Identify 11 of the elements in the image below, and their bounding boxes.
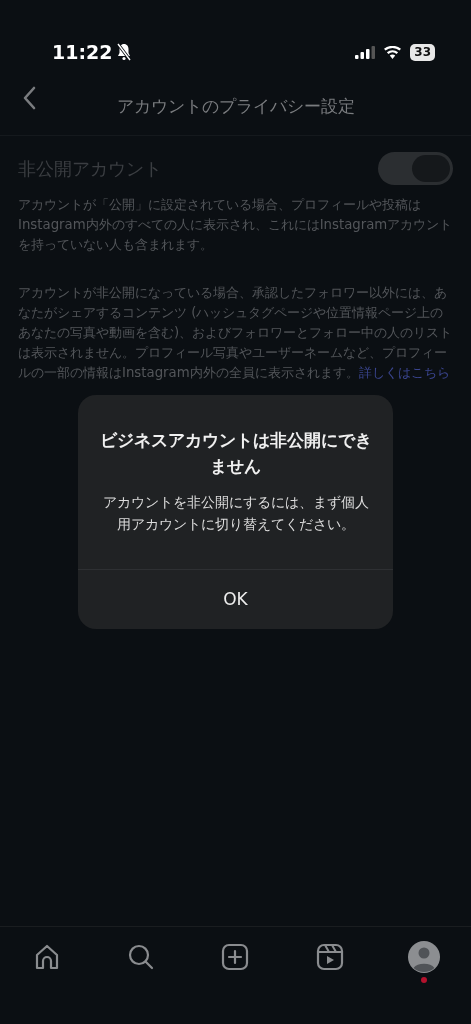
back-icon[interactable] (22, 86, 36, 110)
time-text: 11:22 (52, 39, 113, 65)
toggle-switch[interactable] (378, 152, 453, 185)
wifi-icon (383, 45, 403, 59)
battery-level: 33 (410, 43, 435, 61)
dialog-message: アカウントを非公開にするには、まず個人用アカウントに切り替えてください。 (101, 493, 370, 534)
dialog-title: ビジネスアカウントは非公開にできません (98, 429, 373, 478)
ok-button[interactable]: OK (78, 569, 393, 629)
page-title: アカウントのプライバシー設定 (116, 94, 355, 118)
avatar-icon[interactable] (405, 939, 442, 975)
signal-icon (355, 45, 376, 59)
